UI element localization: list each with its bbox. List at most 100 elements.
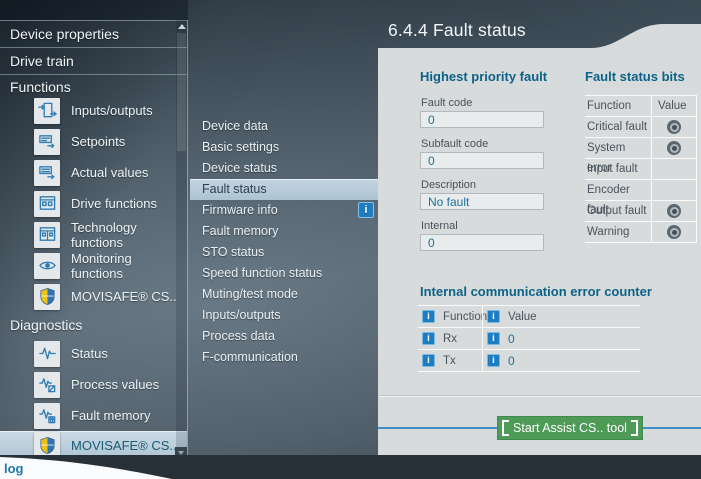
- cell-value: [651, 201, 697, 221]
- field-label-subfault-code: Subfault code: [421, 138, 488, 150]
- column-header-function: Function: [585, 96, 651, 116]
- menu-item-fault-memory[interactable]: Fault memory: [190, 221, 378, 242]
- panel-top-curve: [590, 23, 701, 48]
- menu-item-fault-status[interactable]: Fault status: [190, 179, 378, 200]
- sidebar-item-drive-train[interactable]: Drive train: [0, 48, 187, 75]
- table-header-row: iFunctioniValue: [418, 306, 640, 328]
- column-header-function: iFunction: [418, 306, 482, 327]
- movisafe-shield-icon: [34, 284, 60, 310]
- bottom-left-curve: [0, 452, 210, 479]
- info-icon[interactable]: i: [487, 354, 500, 367]
- menu-item-label: Fault memory: [202, 224, 278, 238]
- sidebar-item-setpoints[interactable]: Setpoints: [0, 126, 187, 157]
- description-field[interactable]: No fault: [420, 193, 544, 210]
- cell-label: Tx: [443, 355, 456, 367]
- menu-item-inputs-outputs[interactable]: Inputs/outputs: [190, 305, 378, 326]
- field-label-description: Description: [421, 179, 476, 191]
- cell-function: i Rx: [418, 328, 482, 349]
- menu-item-device-status[interactable]: Device status: [190, 158, 378, 179]
- menu-item-label: F-communication: [202, 350, 298, 364]
- field-label-internal: Internal: [421, 220, 458, 232]
- table-row-warning: Warning: [585, 222, 697, 243]
- status-icon: [34, 341, 60, 367]
- cell-value: [651, 159, 697, 179]
- sidebar-item-label: Actual values: [71, 165, 148, 180]
- menu-item-firmware-info[interactable]: Firmware info i: [190, 200, 378, 221]
- sidebar-item-label: Status: [71, 346, 108, 361]
- column-header-value: iValue: [482, 306, 640, 327]
- menu-item-basic-settings[interactable]: Basic settings: [190, 137, 378, 158]
- cell-value: i0: [482, 350, 640, 371]
- menu-item-label: Inputs/outputs: [202, 308, 281, 322]
- internal-field[interactable]: 0: [420, 234, 544, 251]
- sidebar-item-label: Fault memory: [71, 408, 150, 423]
- status-submenu: Device dataBasic settingsDevice statusFa…: [190, 116, 378, 368]
- info-icon[interactable]: i: [487, 332, 500, 345]
- scroll-up-icon[interactable]: [178, 24, 186, 29]
- field-label-fault-code: Fault code: [421, 97, 472, 109]
- sidebar-item-status[interactable]: Status: [0, 338, 187, 369]
- log-link[interactable]: log: [4, 461, 24, 476]
- comm-error-counter-table: iFunctioniValueiRxi0iTxi0: [418, 305, 640, 372]
- cell-function: Encoder fault: [585, 180, 651, 200]
- menu-item-speed-function-status[interactable]: Speed function status: [190, 263, 378, 284]
- inputs-outputs-icon: [34, 98, 60, 124]
- menu-item-process-data[interactable]: Process data: [190, 326, 378, 347]
- sidebar-top-strip: [0, 0, 188, 20]
- info-icon[interactable]: i: [487, 310, 500, 323]
- sidebar-item-fault-memory[interactable]: Fault memory: [0, 400, 187, 431]
- section-divider: [378, 395, 701, 396]
- sidebar-item-inputs-outputs[interactable]: Inputs/outputs: [0, 95, 187, 126]
- page-title: 6.4.4 Fault status: [388, 20, 526, 41]
- highest-priority-fault-heading: Highest priority fault: [420, 69, 547, 84]
- sidebar-section-diagnostics: Diagnostics: [0, 312, 187, 338]
- fault-code-field[interactable]: 0: [420, 111, 544, 128]
- fault-status-panel: Highest priority fault Fault code 0 Subfau…: [378, 48, 701, 455]
- sidebar-item-technology-functions[interactable]: Technology functions: [0, 219, 187, 250]
- sidebar-item-actual-values[interactable]: Actual values: [0, 157, 187, 188]
- menu-item-f-communication[interactable]: F-communication: [190, 347, 378, 368]
- sidebar-item-label: Inputs/outputs: [71, 103, 153, 118]
- menu-item-muting-test-mode[interactable]: Muting/test mode: [190, 284, 378, 305]
- cell-label: Rx: [443, 333, 457, 345]
- start-assist-tool-button[interactable]: Start Assist CS.. tool: [497, 416, 643, 440]
- menu-item-sto-status[interactable]: STO status: [190, 242, 378, 263]
- subfault-code-field[interactable]: 0: [420, 152, 544, 169]
- status-led-icon: [667, 120, 681, 134]
- table-header-row: FunctionValue: [585, 96, 697, 117]
- menu-item-label: Basic settings: [202, 140, 279, 154]
- cell-value: [651, 222, 697, 242]
- info-icon[interactable]: i: [422, 310, 435, 323]
- menu-item-device-data[interactable]: Device data: [190, 116, 378, 137]
- fault-memory-icon: [34, 403, 60, 429]
- sidebar-section-functions: Functions: [0, 79, 187, 95]
- sidebar-item-drive-functions[interactable]: Drive functions: [0, 188, 187, 219]
- menu-item-label: Muting/test mode: [202, 287, 298, 301]
- cell-function: Critical fault: [585, 117, 651, 137]
- fault-status-bits-heading: Fault status bits: [585, 69, 685, 84]
- info-icon[interactable]: i: [422, 354, 435, 367]
- process-values-icon: [34, 372, 60, 398]
- cell-value: [651, 138, 697, 158]
- menu-item-label: Firmware info: [202, 203, 278, 217]
- cell-value: i0: [482, 328, 640, 349]
- info-icon[interactable]: i: [422, 332, 435, 345]
- sidebar-item-label: MOVISAFE® CS..: [71, 438, 177, 453]
- sidebar-item-label: Process values: [71, 377, 159, 392]
- actual-values-icon: [34, 160, 60, 186]
- setpoints-icon: [34, 129, 60, 155]
- sidebar-scrollbar-thumb[interactable]: [177, 33, 186, 151]
- status-led-icon: [667, 141, 681, 155]
- info-icon[interactable]: i: [358, 202, 374, 218]
- movisuite-window: Device propertiesDrive train Functions Inp…: [0, 0, 701, 479]
- cell-function: Warning: [585, 222, 651, 242]
- cell-function: Output fault: [585, 201, 651, 221]
- sidebar-item-device-properties[interactable]: Device properties: [0, 21, 187, 48]
- comm-error-counter-heading: Internal communication error counter: [420, 284, 652, 299]
- column-header-value: Value: [651, 96, 697, 116]
- sidebar-item-monitoring-functions[interactable]: Monitoring functions: [0, 250, 187, 281]
- drive-functions-icon: [34, 191, 60, 217]
- sidebar-item-movisafe-cs[interactable]: MOVISAFE® CS..: [0, 281, 187, 312]
- sidebar-item-process-values[interactable]: Process values: [0, 369, 187, 400]
- menu-item-label: Process data: [202, 329, 275, 343]
